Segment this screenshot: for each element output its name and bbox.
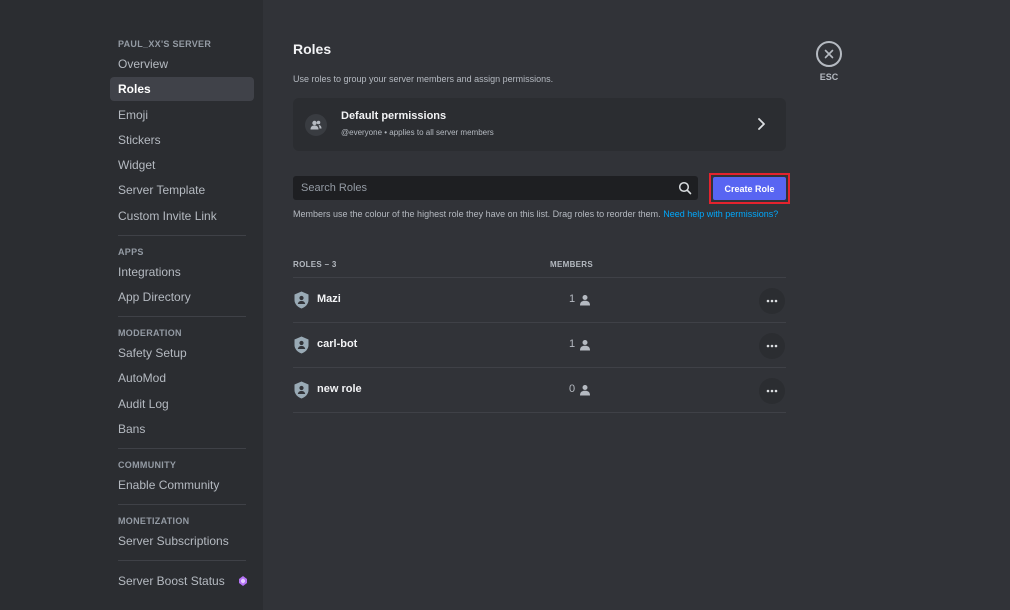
more-dots-icon <box>766 344 778 348</box>
sidebar-item-label: Server Boost Status <box>118 573 225 588</box>
role-more-options-button[interactable] <box>759 333 785 359</box>
role-shield-icon <box>294 336 309 354</box>
roles-column-header: ROLES – 3 <box>293 260 337 269</box>
role-more-options-button[interactable] <box>759 288 785 314</box>
person-icon <box>580 295 590 306</box>
role-member-count: 1 <box>569 338 576 350</box>
help-text-body: Members use the colour of the highest ro… <box>293 209 661 219</box>
role-shield-icon <box>294 381 309 399</box>
sidebar-item-emoji[interactable]: Emoji <box>110 103 254 127</box>
close-settings-button[interactable] <box>816 41 842 67</box>
default-permissions-title: Default permissions <box>341 110 447 122</box>
sidebar-item-server-template[interactable]: Server Template <box>110 178 254 202</box>
monetization-section-header: MONETIZATION <box>118 515 190 526</box>
role-row[interactable]: new role 0 <box>293 368 786 413</box>
server-section-header: PAUL_XX'S SERVER <box>118 39 212 49</box>
role-member-count: 0 <box>569 383 576 395</box>
sidebar-item-audit-log[interactable]: Audit Log <box>110 392 254 416</box>
role-member-count: 1 <box>569 293 576 305</box>
sidebar-item-server-subscriptions[interactable]: Server Subscriptions <box>110 529 254 553</box>
chevron-right-icon <box>758 118 765 130</box>
sidebar-divider <box>118 234 246 236</box>
sidebar-divider <box>118 503 246 505</box>
role-shield-icon <box>294 291 309 309</box>
search-roles-box <box>293 176 698 200</box>
page-title: Roles <box>293 41 332 57</box>
apps-section-header: APPS <box>118 246 144 257</box>
help-permissions-link[interactable]: Need help with permissions? <box>663 209 778 219</box>
default-permissions-card[interactable]: Default permissions @everyone • applies … <box>293 98 786 151</box>
roles-help-text: Members use the colour of the highest ro… <box>293 208 786 221</box>
create-role-highlight: Create Role <box>709 173 790 204</box>
settings-sidebar: PAUL_XX'S SERVER Overview Roles Emoji St… <box>0 0 263 610</box>
sidebar-divider <box>118 559 246 561</box>
more-dots-icon <box>766 299 778 303</box>
boost-gem-icon <box>239 575 247 586</box>
person-icon <box>580 385 590 396</box>
role-name: new role <box>317 383 362 395</box>
page-description: Use roles to group your server members a… <box>293 74 554 84</box>
roles-content: Roles Use roles to group your server mem… <box>263 0 1010 610</box>
sidebar-divider <box>118 447 246 449</box>
sidebar-item-integrations[interactable]: Integrations <box>110 260 254 284</box>
close-icon <box>824 49 834 59</box>
default-permissions-subtitle: @everyone • applies to all server member… <box>341 128 494 137</box>
sidebar-nav: PAUL_XX'S SERVER Overview Roles Emoji St… <box>110 36 254 594</box>
search-roles-input[interactable] <box>293 176 698 200</box>
moderation-section-header: MODERATION <box>118 328 182 339</box>
sidebar-item-widget[interactable]: Widget <box>110 153 254 177</box>
sidebar-item-stickers[interactable]: Stickers <box>110 128 254 152</box>
more-dots-icon <box>766 389 778 393</box>
sidebar-divider <box>118 316 246 318</box>
role-name: carl-bot <box>317 338 358 350</box>
role-more-options-button[interactable] <box>759 378 785 404</box>
sidebar-item-safety-setup[interactable]: Safety Setup <box>110 341 254 365</box>
role-name: Mazi <box>317 293 341 305</box>
sidebar-item-automod[interactable]: AutoMod <box>110 366 254 390</box>
role-row[interactable]: carl-bot 1 <box>293 323 786 368</box>
members-icon <box>305 114 327 136</box>
server-settings-window: PAUL_XX'S SERVER Overview Roles Emoji St… <box>0 0 1010 610</box>
community-section-header: COMMUNITY <box>118 459 177 470</box>
esc-label: ESC <box>819 72 839 82</box>
sidebar-item-custom-invite-link[interactable]: Custom Invite Link <box>110 204 254 228</box>
sidebar-item-app-directory[interactable]: App Directory <box>110 285 254 309</box>
create-role-button[interactable]: Create Role <box>713 177 786 200</box>
sidebar-item-roles[interactable]: Roles <box>110 77 254 102</box>
sidebar-item-overview[interactable]: Overview <box>110 52 254 76</box>
members-column-header: MEMBERS <box>550 260 593 269</box>
person-icon <box>580 340 590 351</box>
sidebar-item-server-boost-status[interactable]: Server Boost Status <box>110 569 254 593</box>
sidebar-item-enable-community[interactable]: Enable Community <box>110 473 254 497</box>
search-icon <box>678 181 692 195</box>
role-row[interactable]: Mazi 1 <box>293 278 786 323</box>
sidebar-item-bans[interactable]: Bans <box>110 417 254 441</box>
